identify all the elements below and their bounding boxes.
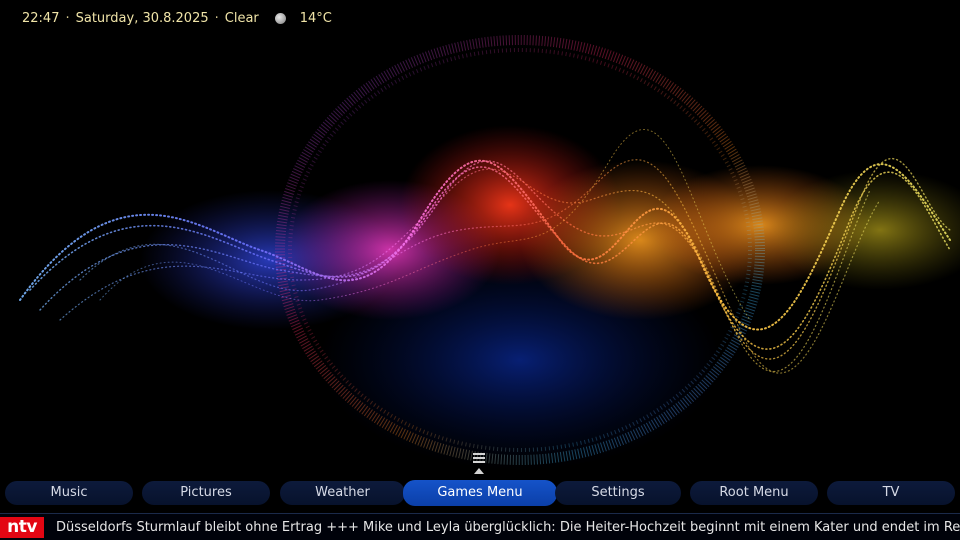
menu-handle-icon[interactable] [472,453,486,475]
main-menu: Music Pictures Weather Games Menu Settin… [0,480,960,506]
ticker-text: Düsseldorfs Sturmlauf bleibt ohne Ertrag… [56,520,960,535]
weather-condition: Clear [224,10,259,26]
weather-temperature: 14°C [299,10,332,26]
arrow-up-icon [474,468,484,474]
separator: · [65,10,70,26]
current-date: Saturday, 30.8.2025 [75,10,209,26]
menu-item-root-menu[interactable]: Root Menu [690,481,818,505]
menu-item-tv[interactable]: TV [827,481,955,505]
menu-item-weather[interactable]: Weather [280,481,405,505]
separator: · [214,10,219,26]
status-bar: 22:47 · Saturday, 30.8.2025 · Clear 14°C [22,8,332,28]
menu-item-games-menu[interactable]: Games Menu [403,480,557,506]
menu-item-settings[interactable]: Settings [555,481,681,505]
clock-time: 22:47 [22,10,60,26]
media-center-home-screen: 22:47 · Saturday, 30.8.2025 · Clear 14°C… [0,0,960,540]
ntv-logo: ntv [0,517,44,538]
handle-line [473,461,485,463]
moon-icon [274,12,286,24]
handle-line [473,457,485,459]
menu-item-music[interactable]: Music [5,481,133,505]
news-ticker: ntv Düsseldorfs Sturmlauf bleibt ohne Er… [0,513,960,540]
menu-item-pictures[interactable]: Pictures [142,481,270,505]
handle-line [473,453,485,455]
